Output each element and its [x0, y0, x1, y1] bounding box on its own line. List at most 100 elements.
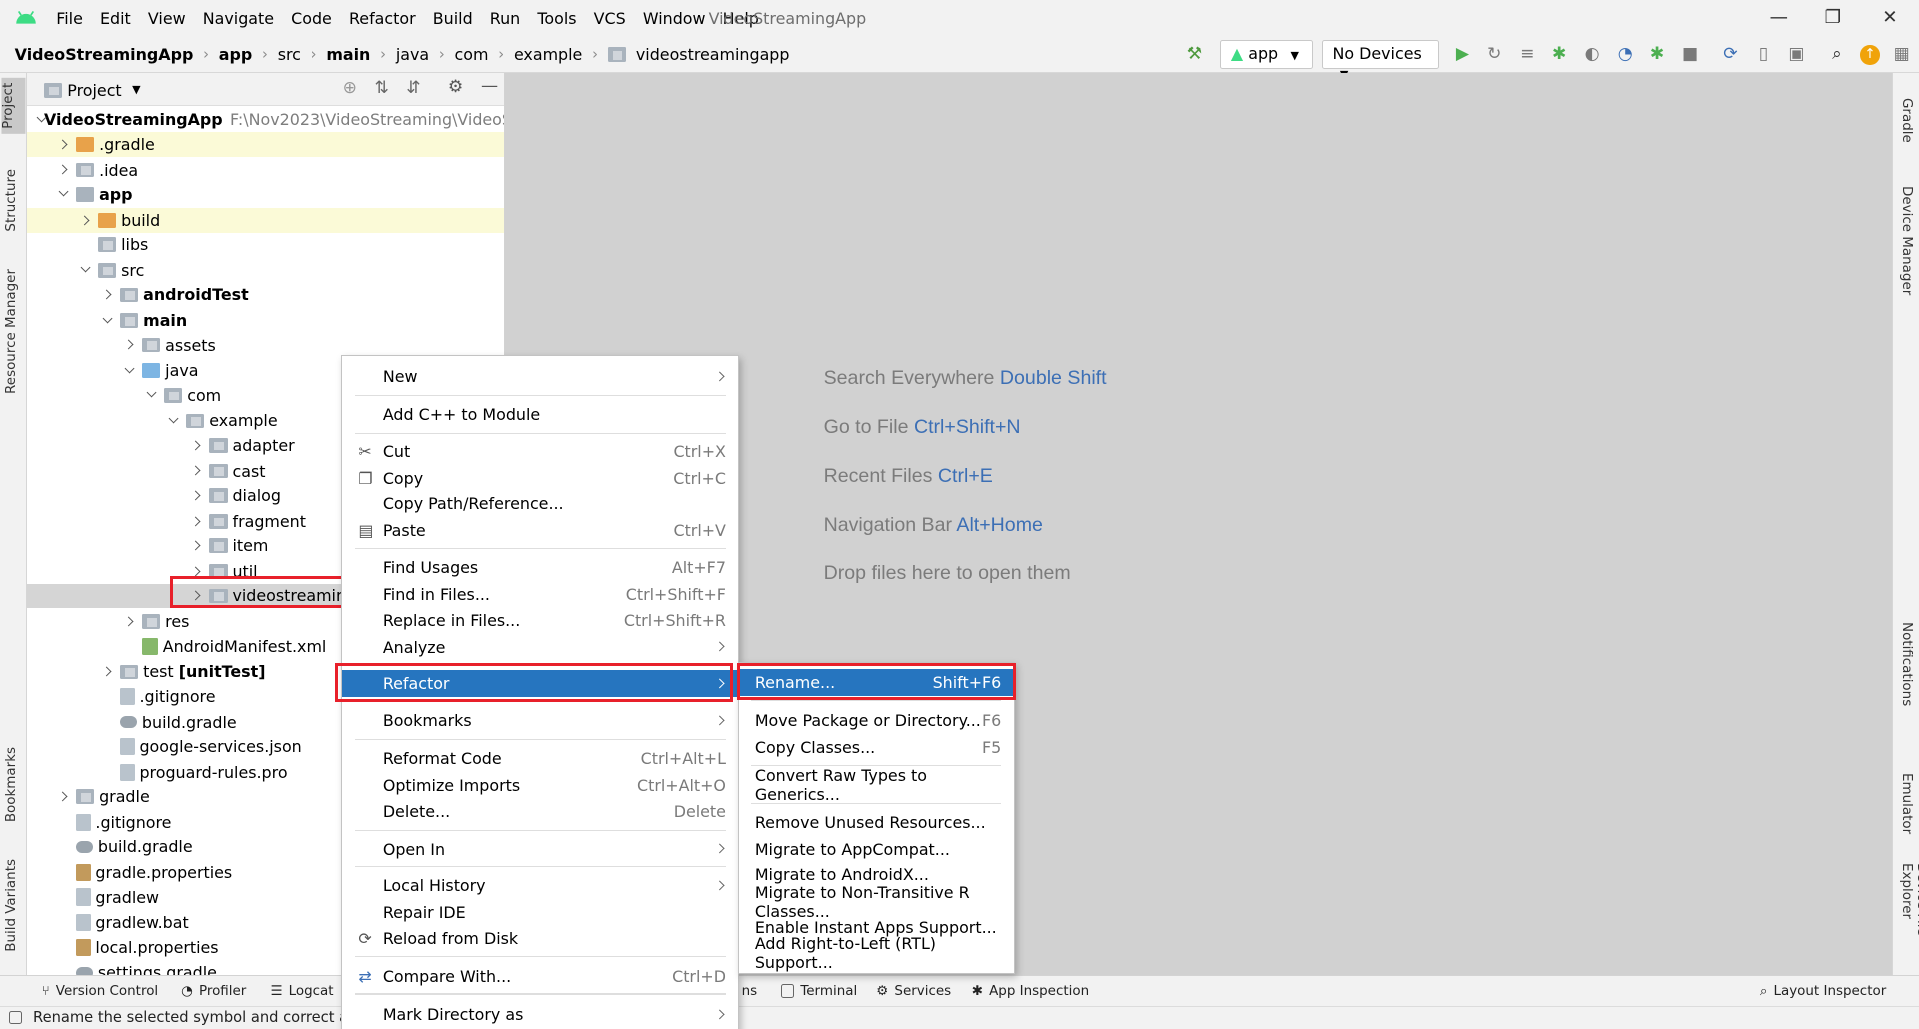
breadcrumb-com[interactable]: com	[455, 45, 489, 64]
tree-item[interactable]: libs	[27, 233, 505, 257]
menu-navigate[interactable]: Navigate	[203, 9, 274, 28]
menu-item-copy-path[interactable]: Copy Path/Reference...	[342, 491, 738, 518]
menu-refactor[interactable]: Refactor	[349, 9, 416, 28]
menu-item-compare-with[interactable]: ⇄ Compare With... Ctrl+D	[342, 963, 738, 990]
run-icon[interactable]: ▶	[1453, 44, 1473, 65]
tab-terminal[interactable]: Terminal	[780, 984, 857, 999]
tree-item[interactable]: .idea	[27, 158, 505, 182]
tab-problems[interactable]: ns	[742, 984, 758, 999]
menu-edit[interactable]: Edit	[100, 9, 131, 28]
submenu-item-migrate-non-transitive-r[interactable]: Migrate to Non-Transitive R Classes...	[739, 883, 1014, 921]
tab-version-control[interactable]: ⑂ Version Control	[42, 984, 159, 999]
breadcrumb-package[interactable]: videostreamingapp	[636, 45, 790, 64]
breadcrumb-main[interactable]: main	[326, 45, 370, 64]
attach-debugger-icon[interactable]: ✱	[1647, 44, 1667, 65]
menu-item-add-cpp[interactable]: Add C++ to Module	[342, 401, 738, 428]
menu-item-cut[interactable]: ✂ Cut Ctrl+X	[342, 438, 738, 465]
tab-gradle[interactable]: Gradle	[1899, 98, 1914, 143]
tab-services[interactable]: ⚙ Services	[876, 984, 951, 999]
submenu-item-move-package[interactable]: Move Package or Directory... F6	[739, 707, 1014, 734]
menu-item-repair-ide[interactable]: Repair IDE	[342, 899, 738, 926]
gear-icon[interactable]: ⚙	[448, 77, 463, 97]
tree-item[interactable]: app	[27, 182, 505, 206]
menu-item-delete[interactable]: Delete... Delete	[342, 798, 738, 825]
run-config-select[interactable]: ▲ app ▼	[1220, 40, 1314, 69]
status-toggle-icon[interactable]	[8, 1010, 23, 1025]
tree-item[interactable]: src	[27, 258, 505, 282]
search-icon[interactable]: ⌕	[1827, 44, 1847, 65]
coverage-icon[interactable]: ◐	[1582, 44, 1602, 65]
tab-device-file-explorer[interactable]: Device File Explorer	[1899, 863, 1919, 976]
debug-icon[interactable]: ✱	[1549, 44, 1569, 65]
minimize-icon[interactable]: —	[1770, 7, 1788, 28]
tab-logcat[interactable]: ☰ Logcat	[270, 984, 333, 999]
sdk-manager-icon[interactable]: ▣	[1787, 44, 1807, 65]
tab-profiler[interactable]: ◔ Profiler	[181, 984, 246, 999]
menu-view[interactable]: View	[148, 9, 186, 28]
menu-item-mark-directory[interactable]: Mark Directory as	[342, 1001, 738, 1028]
menu-item-find-usages[interactable]: Find Usages Alt+F7	[342, 554, 738, 581]
menu-item-new[interactable]: New	[342, 363, 738, 390]
close-icon[interactable]: ✕	[1882, 7, 1897, 28]
tree-item[interactable]: .gradle	[26, 132, 505, 157]
menu-item-paste[interactable]: ▤ Paste Ctrl+V	[342, 517, 738, 544]
tab-build-variants[interactable]: Build Variants	[4, 859, 19, 952]
tab-device-manager[interactable]: Device Manager	[1899, 186, 1914, 295]
menu-build[interactable]: Build	[433, 9, 473, 28]
menu-vcs[interactable]: VCS	[594, 9, 626, 28]
menu-item-open-in[interactable]: Open In	[342, 836, 738, 863]
submenu-item-migrate-appcompat[interactable]: Migrate to AppCompat...	[739, 836, 1014, 863]
collapse-all-icon[interactable]: ⇵	[406, 78, 420, 98]
tree-root[interactable]: VideoStreamingApp F:\Nov2023\VideoStreami…	[27, 108, 504, 132]
menu-item-reload-from-disk[interactable]: ⟳ Reload from Disk	[342, 925, 738, 952]
menu-window[interactable]: Window	[643, 9, 706, 28]
stop-icon[interactable]: ■	[1680, 44, 1700, 65]
menu-item-optimize-imports[interactable]: Optimize Imports Ctrl+Alt+O	[342, 772, 738, 799]
breadcrumb-project[interactable]: VideoStreamingApp	[15, 45, 194, 64]
project-view-select[interactable]: Project	[67, 81, 121, 100]
menu-file[interactable]: File	[56, 9, 83, 28]
locate-icon[interactable]: ⊕	[343, 78, 357, 98]
device-select[interactable]: No Devices ▼	[1321, 40, 1440, 81]
settings-icon[interactable]: ▦	[1892, 44, 1912, 65]
menu-item-copy[interactable]: ❐ Copy Ctrl+C	[342, 465, 738, 492]
submenu-item-remove-unused-resources[interactable]: Remove Unused Resources...	[739, 809, 1014, 836]
sync-gradle-icon[interactable]: ⟳	[1721, 44, 1741, 65]
menu-run[interactable]: Run	[490, 9, 520, 28]
menu-item-replace-in-files[interactable]: Replace in Files... Ctrl+Shift+R	[342, 607, 738, 634]
profile-icon[interactable]: ◔	[1615, 44, 1635, 65]
menu-code[interactable]: Code	[291, 9, 332, 28]
tab-notifications[interactable]: Notifications	[1899, 622, 1914, 706]
device-manager-icon[interactable]: ▯	[1754, 44, 1774, 65]
menu-item-local-history[interactable]: Local History	[342, 872, 738, 899]
maximize-icon[interactable]: ❐	[1825, 7, 1841, 28]
tab-emulator[interactable]: Emulator	[1899, 773, 1914, 834]
tab-app-inspection[interactable]: ✱ App Inspection	[972, 984, 1089, 999]
submenu-item-add-rtl-support[interactable]: Add Right-to-Left (RTL) Support...	[739, 934, 1014, 972]
tab-project[interactable]: Project	[1, 78, 26, 135]
menu-item-analyze[interactable]: Analyze	[342, 634, 738, 661]
build-hammer-icon[interactable]: ⚒	[1185, 44, 1205, 65]
tab-structure[interactable]: Structure	[4, 169, 19, 232]
tab-layout-inspector[interactable]: ⌕ Layout Inspector	[1760, 984, 1886, 999]
breadcrumb-src[interactable]: src	[278, 45, 301, 64]
menu-tools[interactable]: Tools	[537, 9, 576, 28]
breadcrumb-example[interactable]: example	[514, 45, 582, 64]
menu-item-bookmarks[interactable]: Bookmarks	[342, 707, 738, 734]
breadcrumb-app[interactable]: app	[219, 45, 252, 64]
menu-item-find-in-files[interactable]: Find in Files... Ctrl+Shift+F	[342, 581, 738, 608]
chevron-down-icon[interactable]: ▼	[132, 83, 140, 96]
tree-item[interactable]: build	[26, 208, 505, 233]
tree-item[interactable]: assets	[27, 333, 505, 357]
tree-item[interactable]: main	[27, 308, 505, 332]
apply-code-changes-icon[interactable]: ≡	[1518, 44, 1538, 65]
hide-panel-icon[interactable]: —	[481, 76, 498, 96]
submenu-item-convert-raw-types[interactable]: Convert Raw Types to Generics...	[739, 766, 1014, 804]
tree-item[interactable]: androidTest	[27, 283, 505, 307]
update-icon[interactable]: ↑	[1860, 45, 1880, 65]
breadcrumb-java[interactable]: java	[396, 45, 429, 64]
submenu-item-copy-classes[interactable]: Copy Classes... F5	[739, 734, 1014, 761]
menu-item-reformat-code[interactable]: Reformat Code Ctrl+Alt+L	[342, 745, 738, 772]
apply-changes-icon[interactable]: ↻	[1484, 44, 1504, 65]
tab-bookmarks[interactable]: Bookmarks	[4, 747, 19, 822]
